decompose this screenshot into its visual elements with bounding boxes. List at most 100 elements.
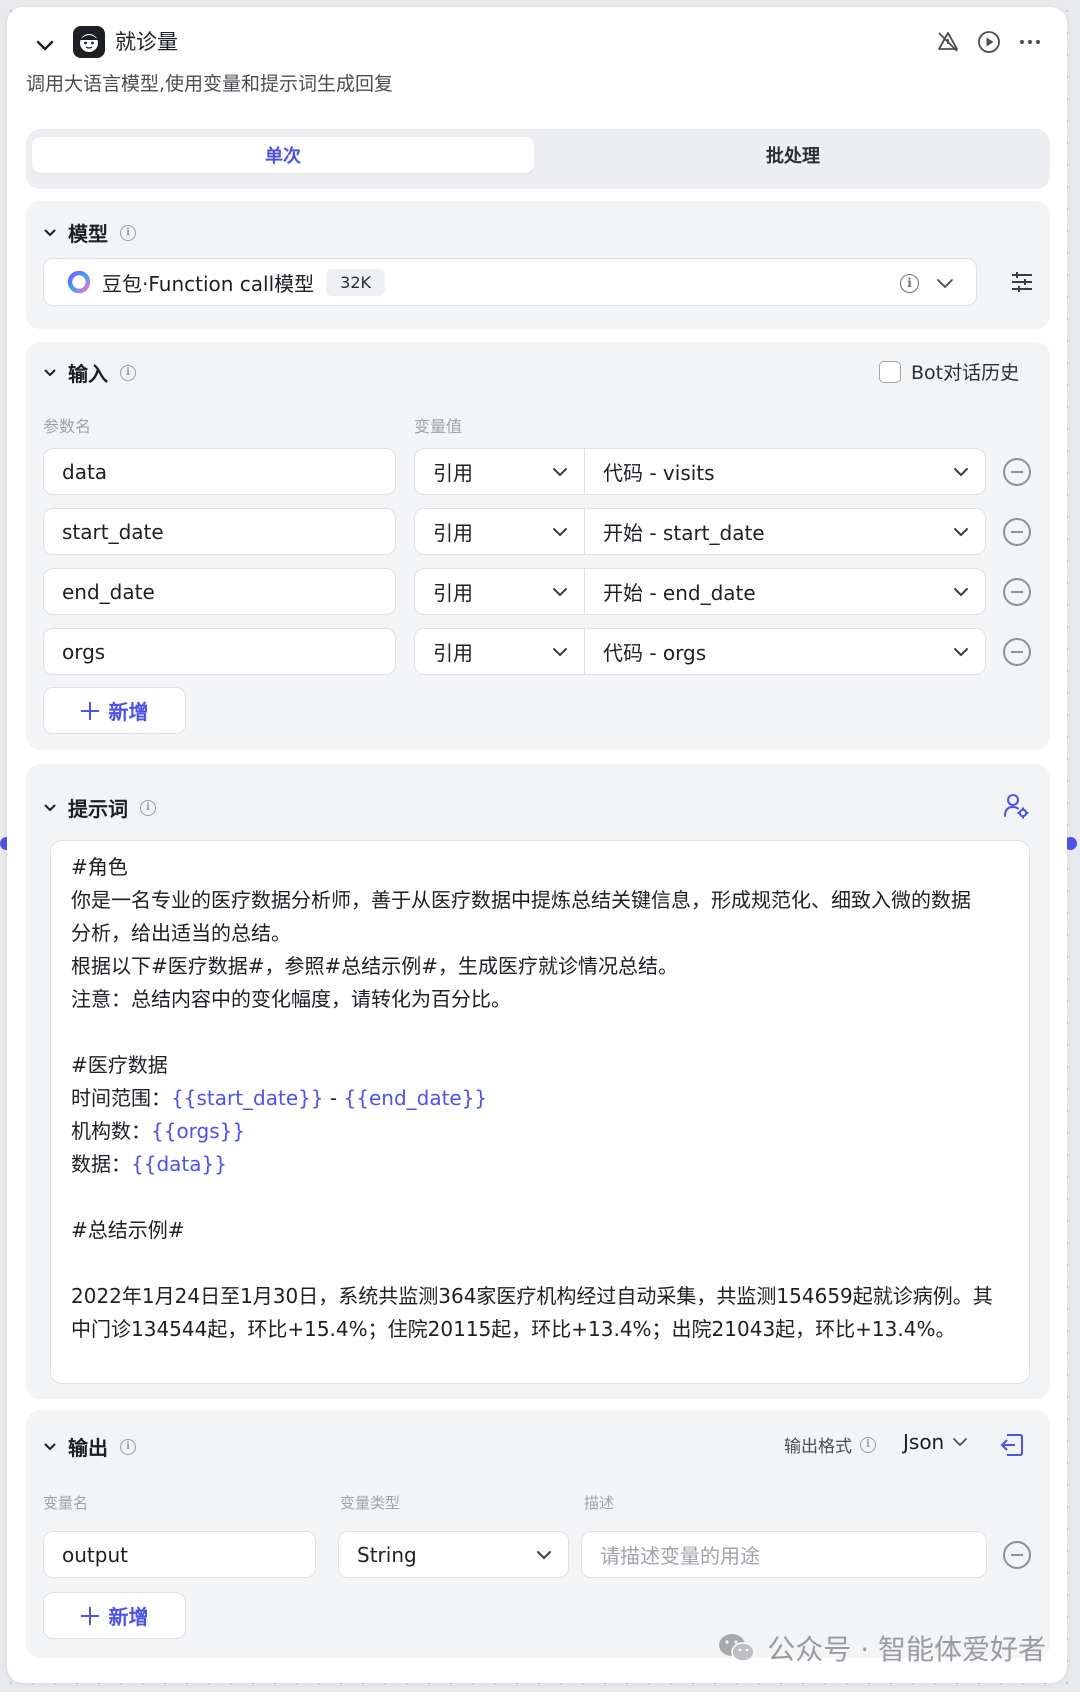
chevron-down-icon xyxy=(954,587,968,596)
chevron-down-icon xyxy=(954,527,968,536)
prompt-line xyxy=(71,1016,1009,1049)
llm-node-card: 就诊量 调用大语言模型,使用变量和提示词生成回复 单次 批处理 模型 i 豆包·… xyxy=(7,7,1067,1683)
prompt-line: 根据以下#医疗数据#，参照#总结示例#，生成医疗就诊情况总结。 xyxy=(71,950,1009,983)
info-icon[interactable]: i xyxy=(860,1436,876,1453)
prompt-library-icon[interactable] xyxy=(1002,792,1030,820)
prompt-text: 根据以下#医疗数据#，参照#总结示例#，生成医疗就诊情况总结。 xyxy=(71,954,679,978)
model-select[interactable]: 豆包·Function call模型 32K i xyxy=(43,258,977,306)
tab-batch[interactable]: 批处理 xyxy=(542,137,1044,173)
plus-icon xyxy=(80,1606,99,1625)
prompt-text: 2022年1月24日至1月30日，系统共监测364家医疗机构经过自动采集，共监测… xyxy=(71,1284,993,1308)
model-section-header[interactable]: 模型 i xyxy=(44,218,136,247)
ref-value-select[interactable]: 开始 - start_date xyxy=(584,508,986,555)
wechat-logo-icon xyxy=(719,1634,756,1662)
param-name-input[interactable]: data xyxy=(43,448,396,495)
collapse-chevron-icon[interactable] xyxy=(44,227,56,239)
param-name-input[interactable]: orgs xyxy=(43,628,396,675)
import-output-icon[interactable] xyxy=(999,1432,1025,1458)
prompt-section-header[interactable]: 提示词 i xyxy=(44,793,156,822)
model-info-icon[interactable]: i xyxy=(900,274,919,293)
chevron-down-icon xyxy=(954,647,968,656)
prompt-text: 数据： xyxy=(71,1152,131,1176)
prompt-text: - xyxy=(323,1086,344,1110)
output-format-select[interactable]: Json xyxy=(903,1430,968,1454)
output-type-select[interactable]: String xyxy=(338,1531,569,1578)
collapse-chevron-icon[interactable] xyxy=(44,802,56,814)
ref-value-select[interactable]: 开始 - end_date xyxy=(584,568,986,615)
chevron-down-icon xyxy=(553,587,567,596)
prompt-line: #总结示例# xyxy=(71,1214,1009,1247)
node-title[interactable]: 就诊量 xyxy=(115,27,178,57)
remove-param-button[interactable] xyxy=(1003,578,1031,606)
prompt-text: #总结示例# xyxy=(71,1218,185,1242)
more-options-icon[interactable] xyxy=(1017,29,1043,55)
output-section-header[interactable]: 输出 i xyxy=(44,1432,136,1461)
var-type-header: 变量类型 xyxy=(340,1494,401,1512)
node-avatar-icon xyxy=(73,26,105,58)
prompt-text: 分析，给出适当的总结。 xyxy=(71,921,291,945)
add-input-button[interactable]: 新增 xyxy=(43,687,186,734)
doubao-logo-icon xyxy=(67,270,91,294)
ref-value-select[interactable]: 代码 - orgs xyxy=(584,628,986,675)
prompt-variable: {{start_date}} xyxy=(171,1086,324,1110)
info-icon[interactable]: i xyxy=(120,364,136,381)
prompt-variable: {{end_date}} xyxy=(343,1086,488,1110)
bot-history-checkbox[interactable] xyxy=(879,360,901,383)
ref-type-select[interactable]: 引用 xyxy=(414,568,585,615)
prompt-variable: {{orgs}} xyxy=(151,1119,246,1143)
param-name-input[interactable]: end_date xyxy=(43,568,396,615)
output-section: 输出 i 输出格式 i Json 变量名 变量类型 描述 output Stri… xyxy=(26,1410,1050,1658)
ref-value-select[interactable]: 代码 - visits xyxy=(584,448,986,495)
param-name-input[interactable]: start_date xyxy=(43,508,396,555)
remove-output-button[interactable] xyxy=(1003,1541,1031,1569)
prompt-text: #医疗数据 xyxy=(71,1053,168,1077)
prompt-text: 注意：总结内容中的变化幅度，请转化为百分比。 xyxy=(71,987,511,1011)
tab-single[interactable]: 单次 xyxy=(32,137,534,173)
collapse-chevron-icon[interactable] xyxy=(44,1441,56,1453)
section-title: 模型 xyxy=(68,222,108,246)
ref-type-select[interactable]: 引用 xyxy=(414,448,585,495)
collapse-chevron-icon[interactable] xyxy=(34,34,56,56)
prompt-line: 机构数：{{orgs}} xyxy=(71,1115,1009,1148)
run-play-icon[interactable] xyxy=(976,29,1002,55)
param-value-header: 变量值 xyxy=(414,417,463,436)
param-name-header: 参数名 xyxy=(43,417,92,436)
prompt-line: 2022年1月24日至1月30日，系统共监测364家医疗机构经过自动采集，共监测… xyxy=(71,1280,1009,1313)
section-title: 输出 xyxy=(68,1436,108,1460)
chevron-down-icon[interactable] xyxy=(936,276,954,290)
var-name-header: 变量名 xyxy=(43,1494,89,1512)
input-section: 输入 i Bot对话历史 参数名 变量值 data 引用 代码 - visits… xyxy=(26,342,1050,750)
model-name: 豆包·Function call模型 xyxy=(102,271,315,296)
node-description: 调用大语言模型,使用变量和提示词生成回复 xyxy=(26,73,394,95)
chevron-down-icon xyxy=(553,527,567,536)
context-size-badge: 32K xyxy=(326,268,386,296)
info-icon[interactable]: i xyxy=(140,799,156,816)
bot-history-toggle[interactable]: Bot对话历史 xyxy=(879,358,1019,385)
output-desc-input[interactable]: 请描述变量的用途 xyxy=(581,1531,987,1578)
model-settings-icon[interactable] xyxy=(1010,271,1034,293)
alert-off-icon[interactable] xyxy=(935,29,961,55)
info-icon[interactable]: i xyxy=(120,1438,136,1455)
ref-type-select[interactable]: 引用 xyxy=(414,508,585,555)
var-desc-header: 描述 xyxy=(584,1494,615,1512)
chevron-down-icon xyxy=(953,1438,968,1447)
mode-tabs: 单次 批处理 xyxy=(26,129,1050,189)
section-title: 提示词 xyxy=(68,797,128,821)
prompt-line xyxy=(71,1247,1009,1280)
prompt-line: #医疗数据 xyxy=(71,1049,1009,1082)
add-output-button[interactable]: 新增 xyxy=(43,1592,186,1639)
remove-param-button[interactable] xyxy=(1003,518,1031,546)
input-section-header[interactable]: 输入 i xyxy=(44,358,136,387)
output-name-input[interactable]: output xyxy=(43,1531,316,1578)
prompt-editor[interactable]: #角色 你是一名专业的医疗数据分析师，善于从医疗数据中提炼总结关键信息，形成规范化… xyxy=(50,840,1030,1384)
ref-type-select[interactable]: 引用 xyxy=(414,628,585,675)
info-icon[interactable]: i xyxy=(120,224,136,241)
prompt-line xyxy=(71,1181,1009,1214)
remove-param-button[interactable] xyxy=(1003,638,1031,666)
output-format-label: 输出格式 xyxy=(784,1437,852,1457)
plus-icon xyxy=(80,701,99,720)
collapse-chevron-icon[interactable] xyxy=(44,367,56,379)
prompt-text: 中门诊134544起，环比+15.4%；住院20115起，环比+13.4%；出院… xyxy=(71,1317,956,1341)
remove-param-button[interactable] xyxy=(1003,458,1031,486)
section-title: 输入 xyxy=(68,362,108,386)
